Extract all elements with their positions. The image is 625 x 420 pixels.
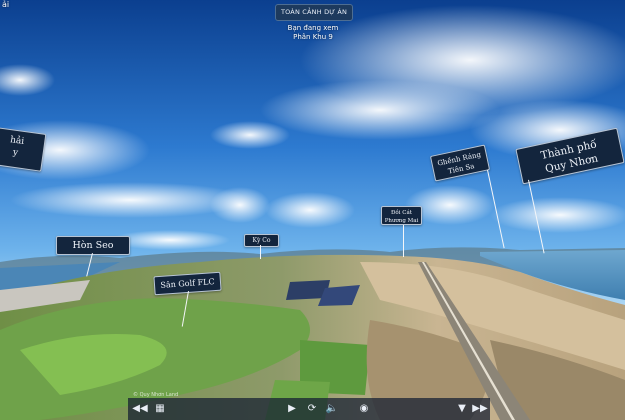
current-view-info: Bạn đang xem Phân Khu 9: [270, 24, 356, 42]
panorama-scene[interactable]: [0, 0, 625, 420]
bottom-toolbar: ◀◀ ▦ ▶ ⟳ 🔈 ◉ ▼ ▶▶: [128, 398, 490, 420]
hotspot-label: Kỳ Co: [244, 234, 279, 247]
hotspot-label: Đồi Cát Phương Mai: [381, 206, 422, 225]
map-pin-icon[interactable]: ◉: [356, 401, 372, 417]
viewing-value: Phân Khu 9: [293, 33, 333, 41]
corner-logo: ải: [2, 0, 10, 9]
hotspot-stem: [403, 225, 405, 257]
hotspot-label: hải y: [0, 126, 47, 172]
project-overview-button[interactable]: TOÀN CẢNH DỰ ÁN: [275, 4, 353, 21]
grid-icon[interactable]: ▦: [152, 401, 168, 417]
rewind-icon[interactable]: ◀◀: [132, 401, 148, 417]
viewing-label: Bạn đang xem: [287, 24, 339, 32]
hotspot-label: Hòn Seo: [56, 236, 130, 255]
play-icon[interactable]: ▶: [284, 401, 300, 417]
menu-icon[interactable]: ▼: [454, 401, 470, 417]
rotate-icon[interactable]: ⟳: [304, 401, 320, 417]
fast-forward-icon[interactable]: ▶▶: [472, 401, 488, 417]
sound-icon[interactable]: 🔈: [324, 401, 340, 417]
hotspot-stem: [260, 245, 262, 259]
